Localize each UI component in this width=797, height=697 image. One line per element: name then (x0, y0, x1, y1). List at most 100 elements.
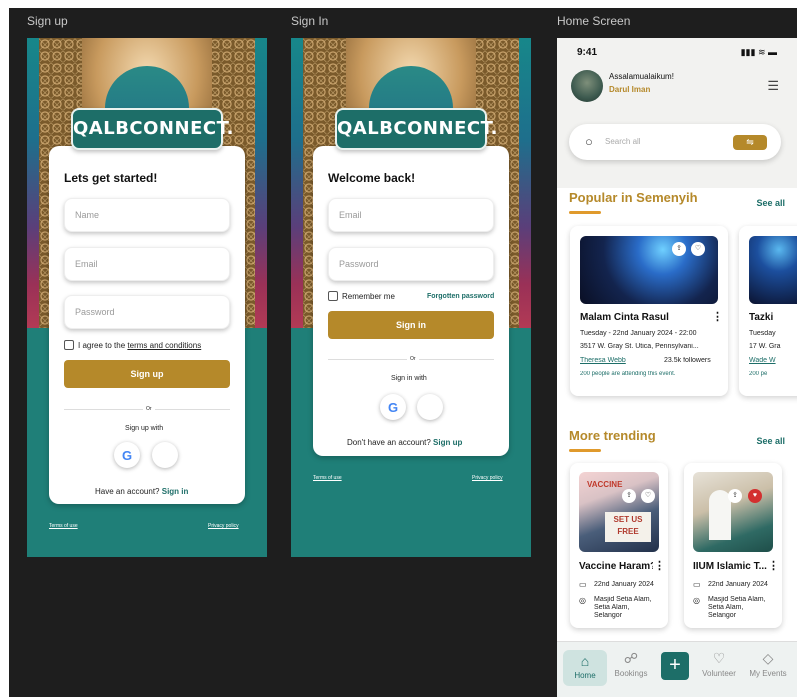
calendar-icon: ▭ (693, 580, 701, 589)
frame-label-signup: Sign up (27, 14, 68, 28)
tab-home[interactable]: ⌂ Home (563, 650, 607, 686)
remember-label: Remember me (342, 292, 395, 301)
frame-label-home: Home Screen (557, 14, 631, 28)
tag-icon: ◇ (762, 650, 774, 666)
event-date: 22nd January 2024 (594, 581, 654, 588)
heart-icon[interactable]: ♡ (641, 489, 655, 503)
see-all-trending-link[interactable]: See all (756, 436, 785, 446)
have-account-label: Have an account? (95, 487, 160, 496)
event-date: Tuesday - 22nd January 2024 - 22:00 (580, 330, 697, 337)
share-icon[interactable]: ⇪ (672, 242, 686, 256)
event-image (749, 236, 797, 304)
event-location-1: Masjid Setia Alam, (594, 596, 652, 603)
volunteer-heart-icon: ♡ (712, 650, 726, 666)
event-location-1: Masjid Setia Alam, (708, 596, 766, 603)
event-location-2: Setia Alam, (594, 604, 630, 611)
event-location-2: Setia Alam, (708, 604, 744, 611)
greeting: Assalamualaikum! (609, 72, 674, 81)
password-input[interactable]: Password (328, 247, 494, 281)
see-all-popular-link[interactable]: See all (756, 198, 785, 208)
or-label: Or (407, 356, 419, 362)
no-account-label: Don't have an account? (347, 438, 431, 447)
terms-label: I agree to the (78, 341, 126, 350)
event-date: Tuesday (749, 330, 776, 337)
hamburger-menu-icon[interactable]: ☰ (767, 78, 779, 94)
heart-icon[interactable]: ♡ (691, 242, 705, 256)
name-input[interactable]: Name (64, 198, 230, 232)
more-options-icon[interactable]: ⋮ (768, 559, 779, 572)
apple-button[interactable] (152, 442, 178, 468)
event-title: Malam Cinta Rasul (580, 312, 669, 323)
google-button[interactable]: G (114, 442, 140, 468)
app-logo: QALBCONNECT. (71, 108, 233, 150)
password-input[interactable]: Password (64, 295, 230, 329)
event-host[interactable]: Wade W (749, 357, 776, 364)
event-host[interactable]: Theresa Webb (580, 357, 626, 364)
calendar-icon: ▭ (579, 580, 587, 589)
tab-my-events[interactable]: ◇ My Events (743, 650, 793, 678)
terms-of-use-link[interactable]: Terms of use (49, 523, 78, 529)
terms-checkbox[interactable] (64, 340, 74, 350)
host-followers: 23.5k followers (664, 357, 711, 364)
attending-count: 200 pe (749, 371, 768, 377)
header-area (557, 38, 797, 188)
event-title: Tazki (749, 312, 774, 323)
terms-link[interactable]: terms and conditions (127, 341, 201, 350)
sliders-icon: ⇋ (746, 137, 754, 147)
signin-with-label: Sign in with (391, 375, 427, 382)
email-input[interactable]: Email (328, 198, 494, 232)
email-input[interactable]: Email (64, 247, 230, 281)
frame-label-signin: Sign In (291, 14, 329, 28)
bottom-tab-bar: ⌂ Home ☍ Bookings + ♡ Volunteer ◇ My Events (557, 641, 797, 697)
heart-filled-icon[interactable]: ♥ (748, 489, 762, 503)
remember-checkbox[interactable] (328, 291, 338, 301)
signup-with-label: Sign up with (125, 425, 164, 432)
event-title: Vaccine Haram? (579, 561, 653, 572)
signup-link[interactable]: Sign up (433, 438, 462, 447)
apple-button[interactable] (417, 394, 443, 420)
signin-button[interactable]: Sign in (328, 311, 494, 339)
google-button[interactable]: G (380, 394, 406, 420)
user-name: Darul Iman (609, 85, 651, 94)
more-options-icon[interactable]: ⋮ (712, 310, 723, 323)
signup-button[interactable]: Sign up (64, 360, 230, 388)
status-icons: ▮▮▮ ≋ ▬ (740, 47, 777, 57)
event-date: 22nd January 2024 (708, 581, 768, 588)
heading-underline (569, 449, 601, 452)
filter-button[interactable]: ⇋ (733, 135, 767, 150)
event-card[interactable]: ⇪ ♡ Malam Cinta Rasul ⋮ Tuesday - 22nd J… (570, 226, 728, 396)
trending-card[interactable]: VACCINE SET US FREE ⇪ ♡ Vaccine Haram? ⋮ … (570, 463, 668, 628)
google-icon: G (387, 399, 399, 415)
search-input[interactable]: Search all (605, 137, 641, 146)
home-screen: 9:41 ▮▮▮ ≋ ▬ Assalamualaikum! Darul Iman… (557, 38, 797, 697)
event-image (693, 472, 773, 552)
forgot-password-link[interactable]: Forgotten password (427, 293, 494, 300)
search-bar[interactable]: ○ Search all ⇋ (569, 124, 781, 160)
trending-heading: More trending (569, 428, 656, 443)
heading-underline (569, 211, 601, 214)
signin-link[interactable]: Sign in (162, 487, 189, 496)
plus-icon: + (669, 654, 681, 676)
signin-title: Welcome back! (328, 171, 416, 185)
more-options-icon[interactable]: ⋮ (654, 559, 665, 572)
popular-heading: Popular in Semenyih (569, 190, 698, 205)
google-icon: G (121, 447, 133, 463)
share-icon[interactable]: ⇪ (622, 489, 636, 503)
privacy-policy-link[interactable]: Privacy policy (472, 475, 503, 481)
tab-bookings[interactable]: ☍ Bookings (609, 650, 653, 678)
avatar[interactable] (571, 70, 603, 102)
privacy-policy-link[interactable]: Privacy policy (208, 523, 239, 529)
event-card[interactable]: Tazki Tuesday 17 W. Gra Wade W 200 pe (739, 226, 797, 396)
share-icon[interactable]: ⇪ (728, 489, 742, 503)
event-image: VACCINE SET US FREE (579, 472, 659, 552)
event-location-3: Selangor (594, 612, 623, 619)
event-location-3: Selangor (708, 612, 737, 619)
event-title: IIUM Islamic T... (693, 561, 767, 572)
add-event-button[interactable]: + (661, 652, 689, 680)
status-time: 9:41 (577, 47, 598, 58)
tab-volunteer[interactable]: ♡ Volunteer (695, 650, 743, 678)
trending-card[interactable]: ⇪ ♥ IIUM Islamic T... ⋮ ▭ 22nd January 2… (684, 463, 782, 628)
terms-of-use-link[interactable]: Terms of use (313, 475, 342, 481)
event-address: 3517 W. Gray St. Utica, Pennsylvani... (580, 343, 699, 350)
attending-count: 200 people are attending this event. (580, 371, 676, 377)
